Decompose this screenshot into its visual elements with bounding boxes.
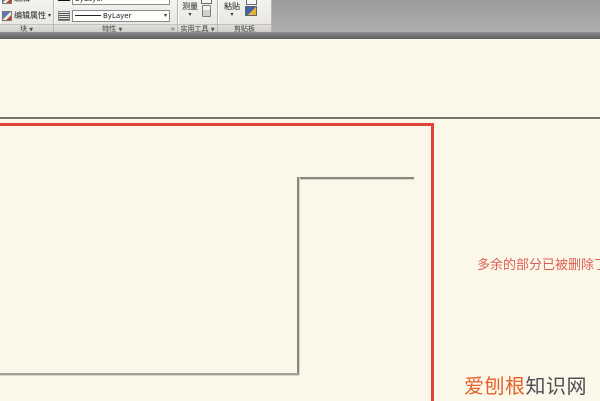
ribbon-panel-clipboard: 粘贴 ▾ 剪贴板 xyxy=(218,0,272,32)
block-row-clipped: 编辑 xyxy=(0,0,53,7)
chevron-down-icon: ▾ xyxy=(188,12,191,18)
linetype-sample-line xyxy=(75,15,101,16)
chevron-down-icon[interactable]: ▾ xyxy=(48,13,51,19)
horizontal-gray-line xyxy=(0,117,600,119)
chevron-down-icon: ▾ xyxy=(164,13,167,19)
block-panel-title[interactable]: 块 ▼ xyxy=(0,24,53,32)
watermark-highlight: 爱刨根 xyxy=(464,374,526,398)
measure-button[interactable]: 测量 ▾ xyxy=(180,0,200,24)
edit-attributes-label: 编辑属性 xyxy=(14,10,46,21)
step-polyline-top xyxy=(297,177,414,179)
step-polyline-bottom xyxy=(0,373,299,375)
linetype-value: ByLayer xyxy=(103,12,131,20)
ribbon: 编辑 编辑属性 ▾ 块 ▼ xyxy=(0,0,600,39)
block-panel-content: 编辑 编辑属性 ▾ xyxy=(0,0,53,24)
red-rectangle-right-edge xyxy=(431,123,434,401)
block-edit-label: 编辑 xyxy=(14,0,30,4)
properties-panel-title[interactable]: 特性 ▼ » xyxy=(54,24,177,32)
paste-special-icon[interactable] xyxy=(245,6,257,16)
linetype-row: ByLayer ▾ xyxy=(56,8,177,23)
utilities-panel-content: 测量 ▾ xyxy=(178,0,217,24)
object-color-dropdown[interactable]: ByLayer ▾ xyxy=(72,0,170,5)
object-color-value: ByLayer xyxy=(75,0,103,3)
lineweight-icon xyxy=(58,0,70,1)
linetype-icon xyxy=(58,11,70,21)
utilities-panel-title[interactable]: 实用工具 ▼ xyxy=(178,24,217,32)
edit-attributes-button[interactable]: 编辑属性 ▾ xyxy=(0,8,53,23)
properties-panel-content: ByLayer ▾ ByLayer ▾ xyxy=(54,0,177,24)
copy-clip-icon[interactable] xyxy=(246,0,257,5)
id-point-icon[interactable] xyxy=(201,0,212,4)
watermark-rest: 知识网 xyxy=(526,374,588,398)
ribbon-panel-block: 编辑 编辑属性 ▾ 块 ▼ xyxy=(0,0,54,32)
clipboard-panel-title[interactable]: 剪贴板 xyxy=(218,24,271,32)
paste-button[interactable]: 粘贴 ▾ xyxy=(222,0,242,24)
autocad-window: 编辑 编辑属性 ▾ 块 ▼ xyxy=(0,0,600,401)
color-row-clipped: ByLayer ▾ xyxy=(54,0,177,7)
chevron-down-icon: ▾ xyxy=(230,12,233,18)
quick-calculator-icon[interactable] xyxy=(202,5,211,17)
chevron-down-icon: ▾ xyxy=(164,0,167,2)
clipboard-panel-content: 粘贴 ▾ xyxy=(218,0,271,24)
edit-attributes-icon xyxy=(2,11,12,21)
deleted-annotation-text: 多余的部分已被删除了 xyxy=(477,254,600,273)
ribbon-bottom-bar xyxy=(0,32,600,39)
linetype-dropdown[interactable]: ByLayer ▾ xyxy=(72,10,170,22)
red-rectangle-top-edge xyxy=(0,123,434,126)
block-edit-icon xyxy=(2,0,12,4)
step-polyline-vertical xyxy=(297,177,299,375)
ribbon-panel-utilities: 测量 ▾ 实用工具 ▼ xyxy=(178,0,218,32)
ribbon-panel-properties: ByLayer ▾ ByLayer ▾ 特性 ▼ » xyxy=(54,0,178,32)
watermark: 爱刨根知识网 xyxy=(464,370,587,399)
